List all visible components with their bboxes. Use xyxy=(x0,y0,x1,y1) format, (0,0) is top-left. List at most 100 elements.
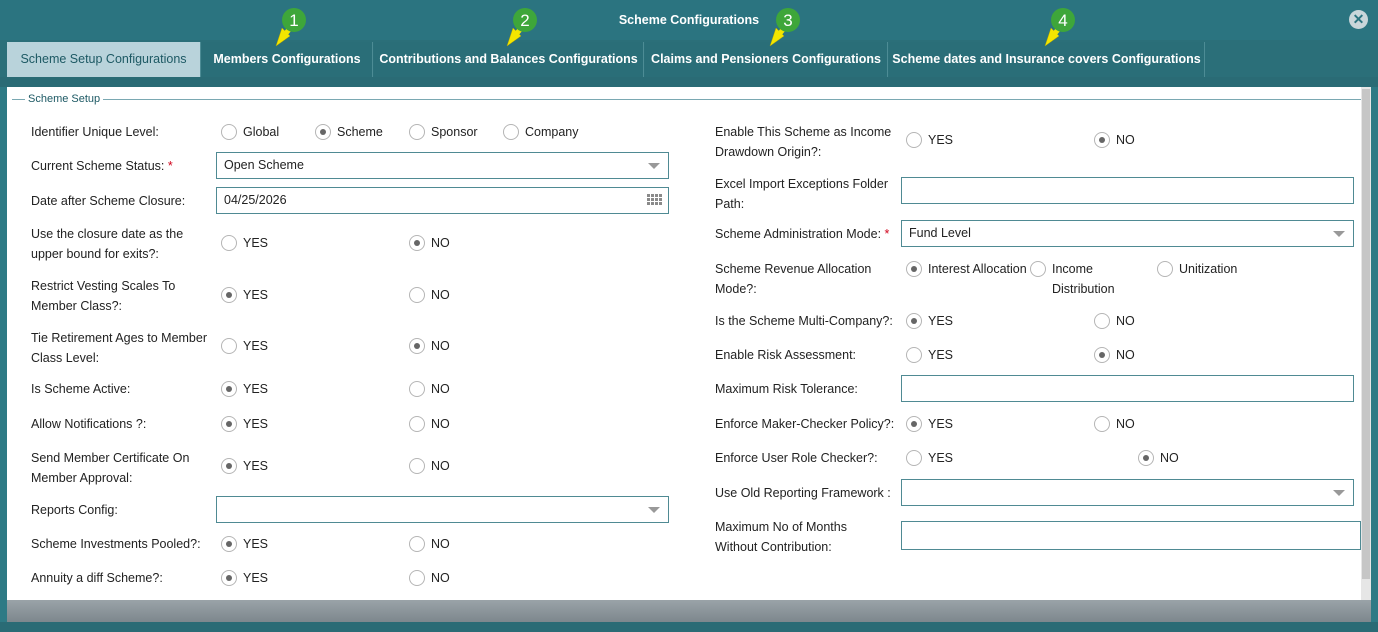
radio-circle xyxy=(906,450,922,466)
role-checker-yes-radio[interactable]: YES xyxy=(906,450,953,466)
marker-4-label: 4 xyxy=(1058,11,1067,30)
identifier-scheme-radio[interactable]: Scheme xyxy=(315,124,383,140)
old-reporting-select[interactable] xyxy=(901,479,1354,506)
active-yes-radio[interactable]: YES xyxy=(221,381,268,397)
identifier-global-radio[interactable]: Global xyxy=(221,124,279,140)
maker-checker-yes-radio[interactable]: YES xyxy=(906,416,953,432)
notifications-yes-radio[interactable]: YES xyxy=(221,416,268,432)
identifier-sponsor-radio[interactable]: Sponsor xyxy=(409,124,478,140)
closure-date-input[interactable]: 04/25/2026 xyxy=(216,187,669,214)
annuity-yes-radio[interactable]: YES xyxy=(221,570,268,586)
radio-circle xyxy=(906,261,922,277)
annuity-no-radio[interactable]: NO xyxy=(409,570,450,586)
radio-circle xyxy=(409,338,425,354)
notifications-no-radio[interactable]: NO xyxy=(409,416,450,432)
closure-date-label: Date after Scheme Closure: xyxy=(31,194,186,208)
marker-3-label: 3 xyxy=(783,11,792,30)
risk-assessment-no-radio[interactable]: NO xyxy=(1094,347,1135,363)
chevron-down-icon xyxy=(648,163,660,169)
radio-circle xyxy=(409,381,425,397)
radio-circle xyxy=(221,124,237,140)
multi-company-label: Is the Scheme Multi-Company?: xyxy=(715,314,893,328)
radio-circle xyxy=(221,416,237,432)
radio-circle xyxy=(409,536,425,552)
multi-company-yes-radio[interactable]: YES xyxy=(906,313,953,329)
window-bottom-border xyxy=(0,622,1378,632)
risk-tolerance-input[interactable] xyxy=(901,375,1354,402)
revenue-income-radio[interactable]: Income Distribution xyxy=(1030,261,1115,299)
role-checker-no-radio[interactable]: NO xyxy=(1138,450,1179,466)
window-title: Scheme Configurations xyxy=(618,13,760,27)
fieldset-border xyxy=(12,99,1362,100)
closure-bound-no-radio[interactable]: NO xyxy=(409,235,450,251)
tab-underline xyxy=(0,77,1378,87)
excel-path-label: Excel Import Exceptions Folder Path: xyxy=(715,177,888,211)
drawdown-no-radio[interactable]: NO xyxy=(1094,132,1135,148)
pooled-label: Scheme Investments Pooled?: xyxy=(31,537,201,551)
multi-company-no-radio[interactable]: NO xyxy=(1094,313,1135,329)
retirement-yes-radio[interactable]: YES xyxy=(221,338,268,354)
radio-circle xyxy=(409,287,425,303)
maker-checker-label: Enforce Maker-Checker Policy?: xyxy=(715,417,895,431)
risk-assessment-yes-radio[interactable]: YES xyxy=(906,347,953,363)
scheme-setup-panel: Scheme Setup Identifier Unique Level: Gl… xyxy=(7,87,1371,622)
calendar-icon[interactable] xyxy=(646,193,664,208)
admin-mode-select[interactable]: Fund Level xyxy=(901,220,1354,247)
section-legend: Scheme Setup xyxy=(25,93,104,105)
certificate-yes-radio[interactable]: YES xyxy=(221,458,268,474)
certificate-no-radio[interactable]: NO xyxy=(409,458,450,474)
title-bar: Scheme Configurations ✕ xyxy=(0,0,1378,40)
marker-3-icon: 3 xyxy=(769,8,800,47)
closure-bound-yes-radio[interactable]: YES xyxy=(221,235,268,251)
vesting-yes-radio[interactable]: YES xyxy=(221,287,268,303)
tab-bar: Scheme Setup Configurations Members Conf… xyxy=(0,40,1378,77)
max-months-input[interactable] xyxy=(901,521,1361,550)
revenue-unitization-radio[interactable]: Unitization xyxy=(1157,261,1237,277)
radio-circle xyxy=(906,416,922,432)
reports-config-label: Reports Config: xyxy=(31,503,118,517)
identifier-company-radio[interactable]: Company xyxy=(503,124,579,140)
annuity-label: Annuity a diff Scheme?: xyxy=(31,571,163,585)
vertical-scrollbar[interactable] xyxy=(1361,87,1371,622)
role-checker-label: Enforce User Role Checker?: xyxy=(715,451,878,465)
radio-circle xyxy=(1094,132,1110,148)
marker-2-icon: 2 xyxy=(506,8,537,47)
identifier-label: Identifier Unique Level: xyxy=(31,125,159,139)
excel-path-input[interactable] xyxy=(901,177,1354,204)
pooled-no-radio[interactable]: NO xyxy=(409,536,450,552)
radio-circle xyxy=(503,124,519,140)
scheme-status-label: Current Scheme Status: * xyxy=(31,159,173,173)
active-label: Is Scheme Active: xyxy=(31,382,131,396)
reports-config-select[interactable] xyxy=(216,496,669,523)
tab-scheme-setup[interactable]: Scheme Setup Configurations xyxy=(7,42,201,77)
close-icon[interactable]: ✕ xyxy=(1349,10,1368,29)
marker-2-label: 2 xyxy=(520,11,529,30)
radio-circle xyxy=(221,458,237,474)
marker-1-label: 1 xyxy=(289,11,298,30)
revenue-interest-radio[interactable]: Interest Allocation xyxy=(906,261,1027,277)
drawdown-label: Enable This Scheme as Income Drawdown Ori… xyxy=(715,125,892,159)
notifications-label: Allow Notifications ?: xyxy=(31,417,147,431)
chevron-down-icon xyxy=(648,507,660,513)
retirement-label: Tie Retirement Ages to Member Class Level… xyxy=(31,331,207,365)
risk-tolerance-label: Maximum Risk Tolerance: xyxy=(715,382,858,396)
admin-mode-label: Scheme Administration Mode: * xyxy=(715,227,890,241)
scheme-status-select[interactable]: Open Scheme xyxy=(216,152,669,179)
horizontal-scrollbar[interactable] xyxy=(7,600,1371,622)
old-reporting-label: Use Old Reporting Framework : xyxy=(715,486,891,500)
retirement-no-radio[interactable]: NO xyxy=(409,338,450,354)
pooled-yes-radio[interactable]: YES xyxy=(221,536,268,552)
radio-circle xyxy=(315,124,331,140)
vesting-no-radio[interactable]: NO xyxy=(409,287,450,303)
radio-circle xyxy=(221,287,237,303)
radio-circle xyxy=(409,235,425,251)
revenue-mode-label: Scheme Revenue Allocation Mode?: xyxy=(715,262,872,296)
maker-checker-no-radio[interactable]: NO xyxy=(1094,416,1135,432)
max-months-label: Maximum No of Months Without Contribution… xyxy=(715,520,847,554)
radio-circle xyxy=(906,132,922,148)
required-marker: * xyxy=(884,227,890,241)
radio-circle xyxy=(409,124,425,140)
active-no-radio[interactable]: NO xyxy=(409,381,450,397)
drawdown-yes-radio[interactable]: YES xyxy=(906,132,953,148)
scrollbar-thumb[interactable] xyxy=(1362,89,1370,579)
